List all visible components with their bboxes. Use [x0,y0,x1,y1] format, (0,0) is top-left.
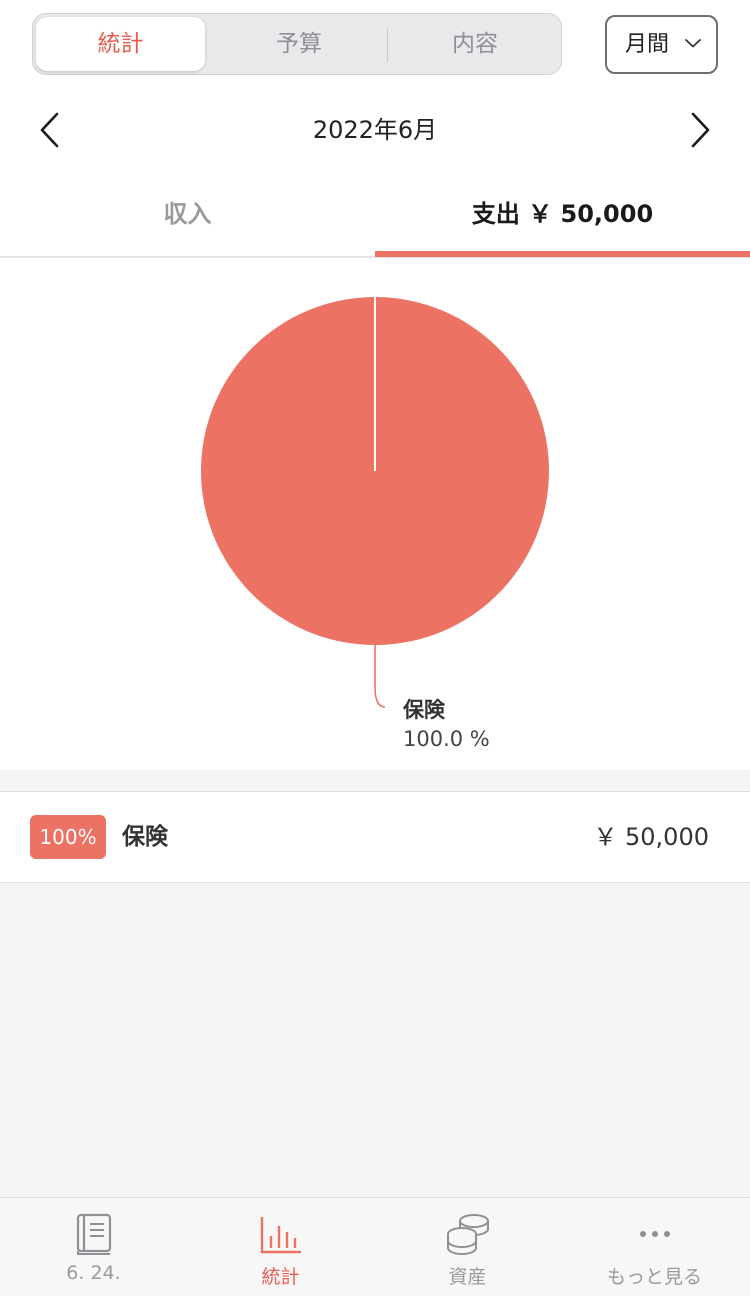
tab-bar-label: 統計 [261,1266,300,1288]
pie-leader-line [374,645,386,708]
more-dots-icon [639,1231,670,1237]
category-amount: ￥ 50,000 [593,823,709,851]
expense-pie-chart [201,297,549,708]
tab-bar-item-assets[interactable]: 資産 [374,1198,561,1296]
tab-bar-item-more[interactable]: もっと見る [561,1198,748,1296]
tab-bar-label: もっと見る [606,1266,702,1288]
segment-details[interactable]: 内容 [389,17,561,71]
book-icon [76,1213,111,1255]
segment-divider [387,28,388,62]
view-segmented-control: 統計 予算 内容 [32,13,562,75]
pie-slice-percent: 100.0 % [403,727,490,751]
chevron-down-icon [685,39,701,48]
segment-statistics[interactable]: 統計 [36,17,205,71]
segment-budget[interactable]: 予算 [211,17,387,71]
tab-expense[interactable]: 支出 ￥ 50,000 [375,182,750,246]
month-title: 2022年6月 [312,116,438,144]
percent-badge: 100% [30,815,106,859]
main-panel: 統計 予算 内容 月間 2022年6月 収入 支出 ￥ 50,000 保険 10… [0,0,750,770]
coins-icon [446,1214,489,1255]
tab-bar-item-statistics[interactable]: 統計 [187,1198,374,1296]
chevron-left-icon[interactable] [36,110,66,150]
period-label: 月間 [625,32,670,57]
bottom-tab-bar: 6. 24. 統計 資産 もっと見る [0,1197,750,1295]
category-row[interactable]: 100% 保険 ￥ 50,000 [0,791,750,883]
bar-chart-icon [260,1217,301,1254]
period-dropdown[interactable]: 月間 [605,15,718,74]
pie-slice-label: 保険 [403,698,445,722]
tab-income[interactable]: 収入 [0,182,375,246]
tab-bar-label: 6. 24. [66,1262,121,1284]
tab-bar-label: 資産 [448,1266,487,1288]
tab-bar-item-journal[interactable]: 6. 24. [0,1198,187,1296]
chevron-right-icon[interactable] [684,110,714,150]
tab-active-indicator [375,251,750,257]
category-name: 保険 [122,824,168,850]
